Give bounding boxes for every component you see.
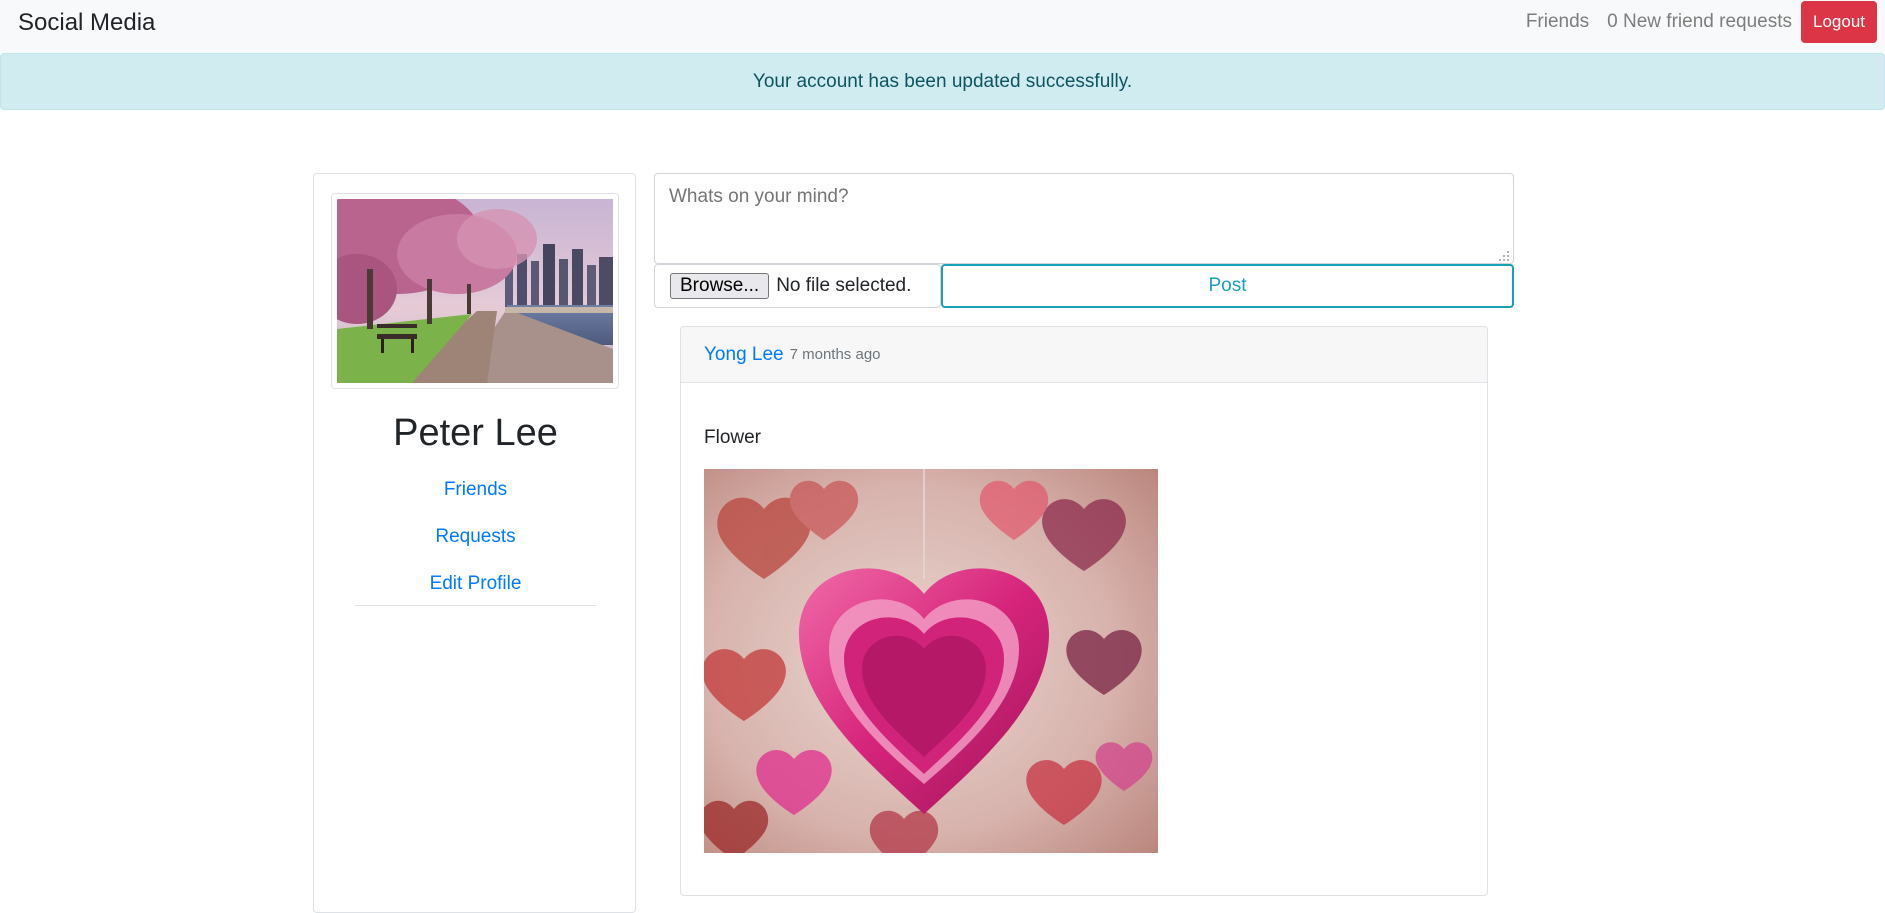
profile-friends-link[interactable]: Friends: [314, 479, 637, 501]
post-textarea[interactable]: [654, 173, 1514, 264]
browse-button[interactable]: Browse...: [670, 273, 770, 299]
post-heart-picture: [704, 469, 1158, 853]
post-card: Yong Lee 7 months ago Flower: [680, 326, 1488, 896]
logout-button[interactable]: Logout: [1801, 1, 1877, 43]
file-status: No file selected.: [776, 275, 912, 296]
post-timestamp: 7 months ago: [789, 346, 881, 363]
profile-requests-link[interactable]: Requests: [314, 526, 637, 548]
post-text: Flower: [704, 427, 762, 448]
nav-friends-link[interactable]: Friends: [1526, 11, 1589, 33]
post-image: [704, 469, 1158, 853]
post-author-link[interactable]: Yong Lee: [704, 344, 784, 366]
avatar-frame: [331, 193, 619, 389]
avatar-image: [337, 199, 613, 383]
profile-divider: [355, 605, 596, 606]
post-header: Yong Lee 7 months ago: [681, 327, 1487, 383]
brand-link[interactable]: Social Media: [18, 10, 155, 36]
nav-right: Friends 0 New friend requests Logout: [1526, 0, 1877, 44]
nav-friend-requests-link[interactable]: 0 New friend requests: [1607, 11, 1792, 33]
success-alert: Your account has been updated successful…: [0, 53, 1885, 110]
profile-name: Peter Lee: [393, 412, 558, 454]
profile-edit-link[interactable]: Edit Profile: [314, 573, 637, 595]
avatar-cherry-blossom-picture: [337, 199, 613, 383]
profile-card: Peter Lee Friends Requests Edit Profile: [313, 173, 636, 913]
resize-grip-icon[interactable]: [1498, 250, 1510, 262]
post-button[interactable]: Post: [941, 264, 1514, 308]
file-input-group: Browse... No file selected.: [654, 264, 941, 308]
top-navbar: Social Media Friends 0 New friend reques…: [0, 0, 1885, 53]
alert-message: Your account has been updated successful…: [752, 70, 1133, 92]
